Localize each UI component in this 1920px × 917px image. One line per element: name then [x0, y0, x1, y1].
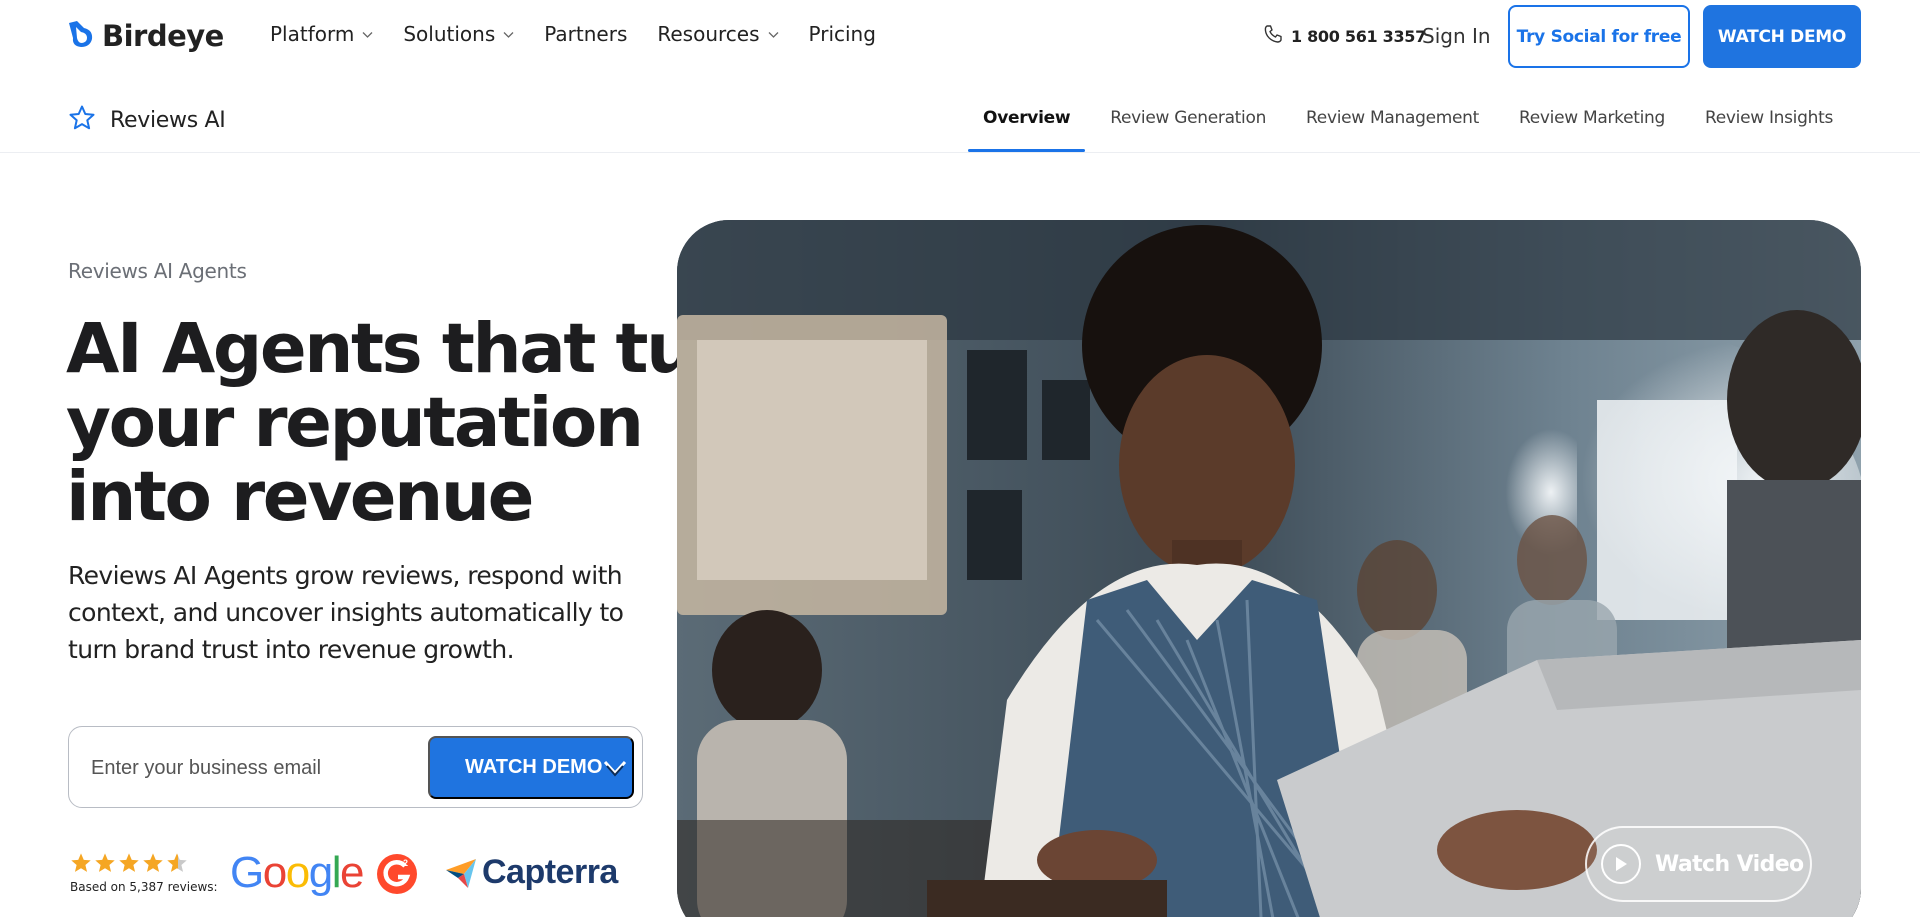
nav-resources[interactable]: Resources — [657, 22, 778, 46]
headline-line: AI Agents that turn — [66, 309, 774, 389]
watch-demo-button[interactable]: WATCH DEMO — [1703, 5, 1861, 68]
business-email-input[interactable] — [91, 749, 411, 787]
hero-headline: AI Agents that turn your reputation into… — [66, 309, 774, 537]
birdeye-logo[interactable]: Birdeye — [66, 18, 224, 54]
tab-review-generation[interactable]: Review Generation — [1095, 84, 1281, 152]
star-icon — [143, 853, 163, 872]
tab-overview[interactable]: Overview — [968, 84, 1086, 152]
google-logo: Google — [230, 848, 364, 897]
birdeye-logo-icon — [66, 19, 94, 53]
nav-label: Partners — [544, 22, 628, 46]
star-icon — [71, 853, 91, 872]
hero-eyebrow: Reviews AI Agents — [68, 259, 247, 283]
capterra-wordmark: Capterra — [482, 853, 618, 891]
review-rating: Based on 5,387 reviews: — [70, 852, 218, 894]
cta-label: WATCH DEMO — [465, 756, 603, 778]
nav-pricing[interactable]: Pricing — [809, 22, 876, 46]
g2-logo: 2 — [376, 853, 418, 895]
nav-label: Resources — [657, 22, 760, 46]
nav-platform[interactable]: Platform — [270, 22, 373, 46]
star-icon — [95, 853, 115, 872]
tab-review-management[interactable]: Review Management — [1291, 84, 1494, 152]
phone-number: 1 800 561 3357 — [1291, 26, 1426, 46]
tab-review-marketing[interactable]: Review Marketing — [1504, 84, 1680, 152]
chevron-down-icon — [362, 29, 373, 40]
chevron-down-icon — [768, 29, 779, 40]
form-watch-demo-button[interactable]: WATCH DEMO — [428, 736, 634, 799]
product-subnav: Reviews AI Overview Review Generation Re… — [0, 84, 1920, 152]
product-title: Reviews AI — [68, 104, 226, 136]
nav-solutions[interactable]: Solutions — [403, 22, 514, 46]
hero-subcopy: Reviews AI Agents grow reviews, respond … — [68, 561, 624, 664]
play-icon — [1601, 844, 1641, 884]
star-half-icon — [167, 853, 187, 872]
star-outline-icon — [68, 104, 96, 136]
tab-review-insights[interactable]: Review Insights — [1690, 84, 1848, 152]
headline-line: your reputation — [66, 383, 644, 463]
nav-label: Platform — [270, 22, 355, 46]
chevron-down-icon — [503, 29, 514, 40]
product-name: Reviews AI — [110, 107, 226, 133]
nav-label: Solutions — [403, 22, 496, 46]
subnav-tabs: Overview Review Generation Review Manage… — [958, 84, 1848, 152]
sign-in-link[interactable]: Sign In — [1422, 24, 1491, 48]
demo-form: WATCH DEMO — [68, 726, 643, 808]
watch-video-button[interactable]: Watch Video — [1585, 826, 1812, 902]
main-nav: Platform Solutions Partners Resources Pr… — [270, 22, 906, 46]
nav-label: Pricing — [808, 22, 876, 46]
star-rating — [70, 852, 218, 874]
phone-link[interactable]: 1 800 561 3357 — [1263, 24, 1426, 48]
hero-photo — [677, 220, 1861, 917]
nav-partners[interactable]: Partners — [544, 22, 627, 46]
brand-name: Birdeye — [102, 19, 224, 53]
phone-icon — [1263, 24, 1283, 48]
rating-text: Based on 5,387 reviews: — [70, 880, 218, 894]
capterra-logo: Capterra — [444, 853, 618, 892]
star-icon — [119, 853, 139, 872]
svg-text:2: 2 — [403, 858, 408, 868]
chevron-down-icon — [603, 760, 627, 778]
headline-line: into revenue — [66, 457, 534, 537]
try-social-button[interactable]: Try Social for free — [1508, 5, 1690, 68]
top-header: Birdeye Platform Solutions Partners Reso… — [0, 0, 1920, 72]
watch-video-label: Watch Video — [1655, 851, 1804, 877]
